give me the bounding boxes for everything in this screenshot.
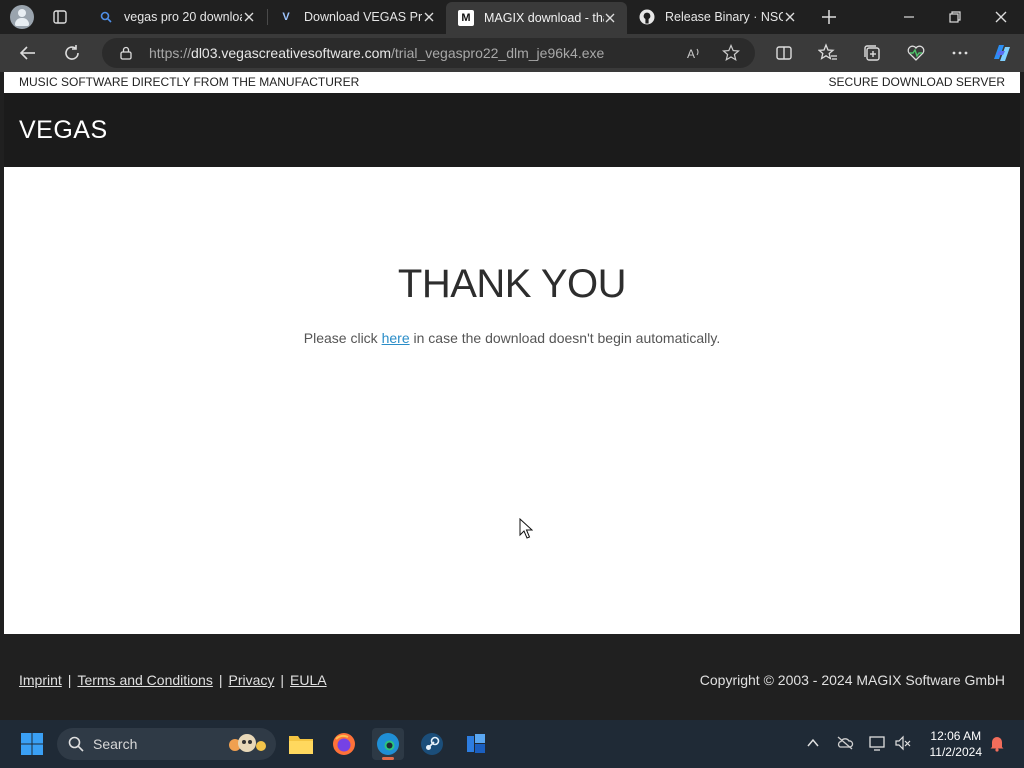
- app-icon[interactable]: [460, 728, 492, 760]
- browser-toolbar: https://dl03.vegascreativesoftware.com/t…: [0, 34, 1024, 72]
- tab-vegas-search[interactable]: vegas pro 20 downloa: [86, 4, 266, 30]
- restore-icon[interactable]: [948, 10, 962, 24]
- start-button[interactable]: [16, 728, 48, 760]
- tab-magix-download[interactable]: M MAGIX download - tha: [446, 2, 627, 34]
- footer-link-eula[interactable]: EULA: [290, 672, 327, 688]
- favorites-icon[interactable]: [817, 43, 838, 63]
- favorite-star-icon[interactable]: [722, 43, 740, 62]
- collections-icon[interactable]: [862, 43, 882, 63]
- manual-download-link[interactable]: here: [382, 330, 410, 346]
- search-icon: [68, 736, 84, 752]
- steam-icon[interactable]: [416, 728, 448, 760]
- browser-essentials-icon[interactable]: [906, 43, 926, 63]
- windows-taskbar: Search 12:06 AM 11/2/2024: [0, 720, 1024, 768]
- address-bar[interactable]: https://dl03.vegascreativesoftware.com/t…: [102, 38, 755, 68]
- footer-link-privacy[interactable]: Privacy: [228, 672, 274, 688]
- search-icon: [98, 9, 114, 25]
- tab-actions-icon[interactable]: [52, 9, 68, 25]
- lock-icon[interactable]: [119, 46, 133, 60]
- system-clock[interactable]: 12:06 AM 11/2/2024: [930, 728, 983, 760]
- site-header: VEGAS: [4, 93, 1020, 167]
- copyright-text: Copyright © 2003 - 2024 MAGIX Software G…: [699, 672, 1005, 688]
- edge-icon[interactable]: [372, 728, 404, 760]
- profile-avatar[interactable]: [10, 5, 34, 29]
- vegas-logo[interactable]: VEGAS: [19, 116, 108, 145]
- web-page: MUSIC SOFTWARE DIRECTLY FROM THE MANUFAC…: [4, 72, 1020, 717]
- notification-bell-icon[interactable]: [988, 734, 1006, 752]
- footer-links: Imprint | Terms and Conditions | Privacy | EUL…: [19, 672, 327, 688]
- refresh-icon[interactable]: [62, 43, 82, 63]
- vegas-icon: V: [282, 11, 290, 23]
- magix-icon: M: [458, 10, 474, 26]
- top-info-strip: MUSIC SOFTWARE DIRECTLY FROM THE MANUFAC…: [4, 72, 1020, 93]
- clock-time: 12:06 AM: [930, 729, 982, 743]
- tab-title: MAGIX download - tha: [484, 11, 604, 25]
- github-icon: [639, 9, 655, 25]
- url-text[interactable]: https://dl03.vegascreativesoftware.com/t…: [149, 45, 604, 61]
- split-screen-icon[interactable]: [774, 43, 794, 63]
- page-title: THANK YOU: [397, 262, 627, 306]
- tab-title: vegas pro 20 downloa: [124, 10, 242, 24]
- new-tab-icon[interactable]: [820, 8, 838, 26]
- copilot-icon[interactable]: [990, 41, 1014, 65]
- active-app-indicator: [382, 757, 394, 760]
- tab-download-vegas[interactable]: V Download VEGAS Pro: [266, 4, 446, 30]
- read-aloud-icon[interactable]: A: [685, 44, 703, 62]
- close-tab-icon[interactable]: [603, 11, 617, 25]
- taskbar-search[interactable]: Search: [57, 728, 276, 760]
- back-icon[interactable]: [18, 43, 38, 63]
- download-message: Please click here in case the download d…: [303, 330, 721, 346]
- more-options-icon[interactable]: [950, 43, 970, 63]
- site-footer: Imprint | Terms and Conditions | Privacy | EUL…: [4, 634, 1020, 717]
- tab-title: Release Binary · NSG6: [665, 10, 783, 24]
- browser-tab-strip: vegas pro 20 downloa V Download VEGAS Pr…: [0, 0, 1024, 34]
- secure-server-label: SECURE DOWNLOAD SERVER: [828, 75, 1005, 89]
- chevron-up-icon[interactable]: [806, 736, 820, 750]
- mouse-cursor-icon: [519, 517, 534, 540]
- firefox-icon[interactable]: [328, 728, 360, 760]
- minimize-icon[interactable]: [902, 10, 916, 24]
- close-window-icon[interactable]: [994, 10, 1008, 24]
- file-explorer-icon[interactable]: [285, 728, 317, 760]
- footer-link-imprint[interactable]: Imprint: [19, 672, 62, 688]
- close-tab-icon[interactable]: [242, 10, 256, 24]
- footer-link-terms[interactable]: Terms and Conditions: [77, 672, 212, 688]
- close-tab-icon[interactable]: [422, 10, 436, 24]
- clock-date: 11/2/2024: [929, 745, 983, 759]
- tab-github-release[interactable]: Release Binary · NSG6: [627, 4, 807, 30]
- onedrive-offline-icon[interactable]: [836, 735, 854, 751]
- tagline: MUSIC SOFTWARE DIRECTLY FROM THE MANUFAC…: [19, 75, 360, 89]
- close-tab-icon[interactable]: [783, 10, 797, 24]
- search-placeholder: Search: [93, 736, 138, 752]
- volume-muted-icon[interactable]: [894, 735, 912, 751]
- tab-title: Download VEGAS Pro: [304, 10, 422, 24]
- search-highlight-icon: [225, 731, 269, 757]
- network-icon[interactable]: [868, 735, 886, 751]
- svg-text:A: A: [687, 47, 695, 61]
